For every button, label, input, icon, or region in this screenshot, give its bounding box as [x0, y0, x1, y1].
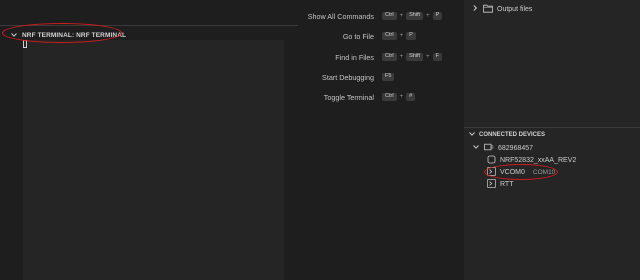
tree-item-output-files[interactable]: Output files [471, 3, 532, 15]
annotation-circle-vcom [484, 164, 558, 180]
key-cap: F [432, 52, 442, 62]
terminal-cursor [23, 40, 27, 48]
key-cap: F5 [382, 72, 395, 82]
chip-name: NRF52832_xxAA_REV2 [500, 156, 577, 164]
shortcut-row-show-all-commands: Show All Commands Ctrl + Shift + P [298, 9, 464, 23]
shortcut-label: Go to File [342, 31, 374, 41]
key-cap: P [406, 31, 416, 41]
key-cap: Ctrl [382, 31, 397, 41]
connected-devices-header[interactable]: CONNECTED DEVICES [464, 128, 640, 141]
device-serial: 682968457 [498, 144, 534, 152]
key-cap: # [406, 92, 416, 102]
terminal-output[interactable] [23, 40, 284, 280]
chevron-down-icon[interactable] [472, 143, 480, 153]
shortcut-label: Find in Files [335, 52, 374, 62]
shortcut-row-go-to-file: Go to File Ctrl + P [298, 29, 464, 43]
rtt-label: RTT [500, 180, 514, 188]
shortcut-row-start-debugging: Start Debugging F5 [298, 70, 464, 84]
editor-area [0, 0, 298, 24]
shortcut-label: Show All Commands [307, 11, 374, 21]
usb-device-icon [484, 143, 494, 153]
device-item[interactable]: 682968457 [472, 142, 533, 154]
key-cap: Ctrl [382, 52, 397, 62]
folder-icon [483, 4, 493, 15]
key-cap: Shift [406, 11, 424, 21]
section-title: CONNECTED DEVICES [479, 131, 546, 138]
chevron-down-icon[interactable] [468, 130, 476, 140]
key-cap: Shift [406, 52, 424, 62]
chip-icon [487, 155, 496, 166]
shortcut-label: Toggle Terminal [323, 92, 374, 102]
key-cap: P [432, 11, 443, 21]
shortcut-row-toggle-terminal: Toggle Terminal Ctrl + # [298, 90, 464, 104]
tree-item-label: Output files [497, 5, 533, 13]
key-cap: Ctrl [382, 11, 397, 21]
annotation-circle-header [2, 23, 122, 43]
shortcut-row-find-in-files: Find in Files Ctrl + Shift + F [298, 50, 464, 64]
shortcut-label: Start Debugging [322, 72, 374, 82]
key-cap: Ctrl [382, 92, 397, 102]
terminal-icon [487, 178, 496, 190]
chevron-right-icon[interactable] [471, 4, 479, 14]
rtt-item[interactable]: RTT [487, 178, 513, 190]
